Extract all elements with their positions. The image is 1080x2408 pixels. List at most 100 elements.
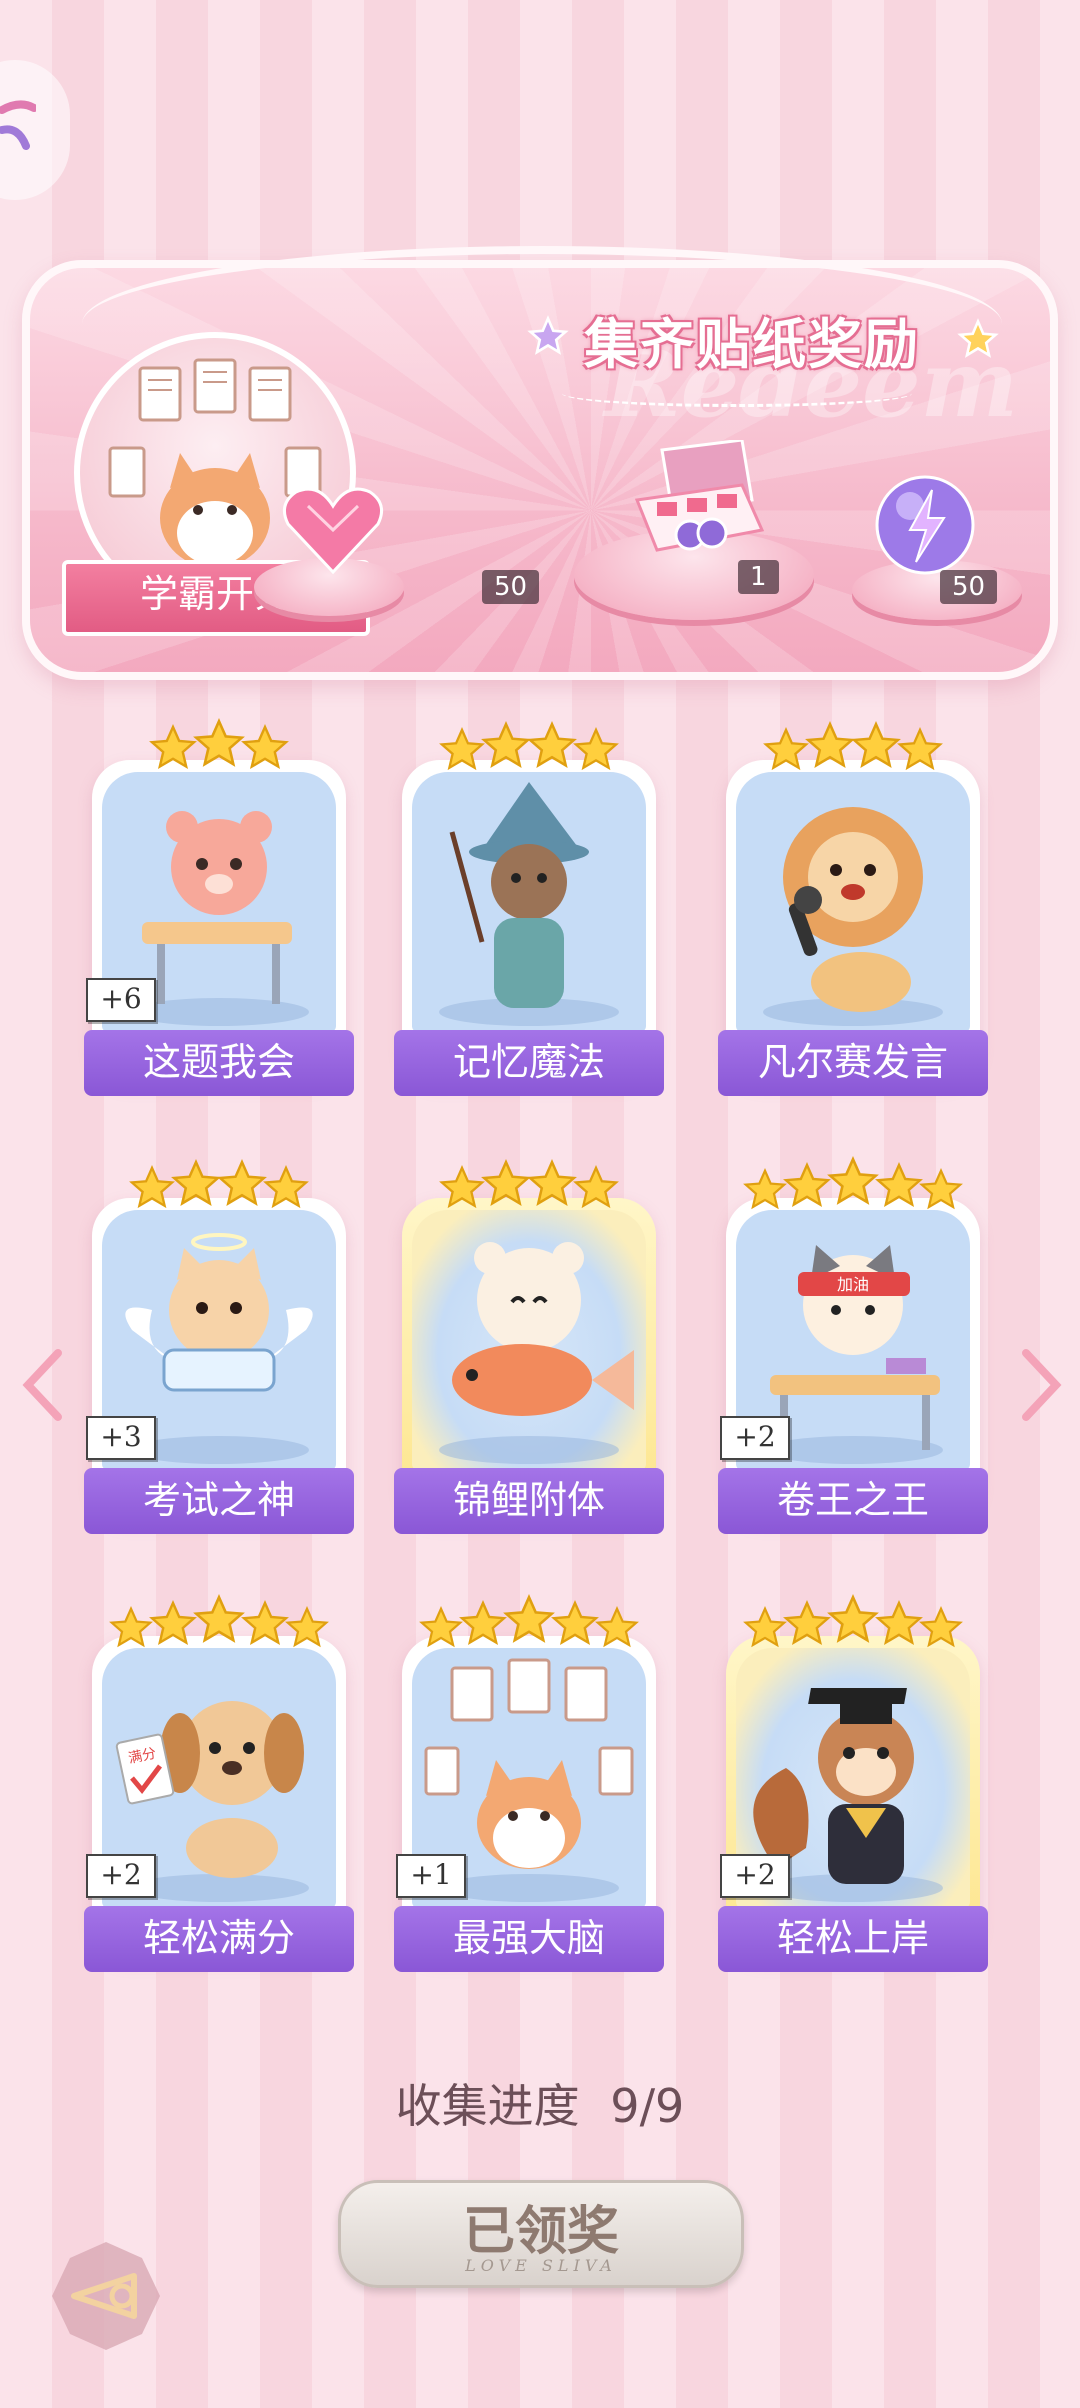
star-icon — [459, 1600, 507, 1646]
star-icon — [875, 1600, 923, 1646]
duplicate-count-badge: +2 — [720, 1854, 790, 1898]
star-rating — [402, 1594, 656, 1654]
sticker-label: 卷王之王 — [718, 1468, 988, 1534]
bear-with-koi-icon — [439, 1242, 634, 1464]
sticker-card[interactable]: 锦鲤附体 — [394, 1156, 664, 1534]
claimed-button-subtitle: LOVE SLIVA — [465, 2256, 617, 2275]
star-icon — [193, 718, 245, 767]
sticker-frame: 记忆魔法 — [394, 760, 664, 1096]
reward-count: 50 — [482, 570, 540, 604]
sticker-art — [736, 772, 970, 1032]
star-icon — [551, 1600, 599, 1646]
star-icon — [109, 1606, 153, 1648]
ribbon-icon — [0, 100, 36, 150]
star-icon — [805, 721, 855, 768]
sticker-frame: 考试之神 +3 — [84, 1198, 354, 1534]
star-icon — [743, 1168, 787, 1210]
star-icon — [919, 1606, 963, 1648]
star-icon — [919, 1168, 963, 1210]
sticker-frame: 最强大脑 +1 — [394, 1636, 664, 1972]
gift-box-icon — [634, 440, 765, 552]
star-icon — [573, 727, 619, 771]
claimed-button[interactable]: 已领奖 LOVE SLIVA — [338, 2180, 744, 2288]
sticker-label: 考试之神 — [84, 1468, 354, 1534]
sticker-card[interactable]: 凡尔赛发言 — [718, 718, 988, 1096]
star-rating — [92, 1156, 346, 1216]
star-icon — [783, 1162, 831, 1208]
star-rating — [726, 1156, 980, 1216]
sticker-card[interactable]: 加油卷王之王 +2 — [718, 1156, 988, 1534]
duplicate-count-badge: +3 — [86, 1416, 156, 1460]
star-icon — [241, 1600, 289, 1646]
sticker-frame: 轻松上岸 +2 — [718, 1636, 988, 1972]
pink-heart-gem-icon — [282, 487, 384, 575]
star-rating — [726, 1594, 980, 1654]
star-icon — [171, 1159, 221, 1206]
star-icon — [285, 1606, 329, 1648]
star-icon — [439, 1165, 485, 1209]
sticker-label: 轻松满分 — [84, 1906, 354, 1972]
star-icon — [503, 1594, 555, 1643]
star-rating — [402, 1156, 656, 1216]
star-icon — [129, 1165, 175, 1209]
duplicate-count-badge: +2 — [86, 1854, 156, 1898]
sticker-label: 这题我会 — [84, 1030, 354, 1096]
star-icon — [827, 1156, 879, 1205]
sticker-label: 凡尔赛发言 — [718, 1030, 988, 1096]
sticker-card[interactable]: 最强大脑 +1 — [394, 1594, 664, 1972]
claimed-button-label: 已领奖 — [462, 2201, 619, 2262]
sticker-card[interactable]: 这题我会 +6 — [84, 718, 354, 1096]
star-icon — [217, 1159, 267, 1206]
star-rating — [402, 718, 656, 778]
sticker-label: 记忆魔法 — [394, 1030, 664, 1096]
duplicate-count-badge: +6 — [86, 978, 156, 1022]
banner-title: 集齐贴纸奖励 — [584, 313, 920, 376]
star-icon — [827, 1594, 879, 1643]
duplicate-count-badge: +2 — [720, 1416, 790, 1460]
progress-value: 9/9 — [610, 2079, 685, 2133]
back-button[interactable] — [46, 2236, 166, 2356]
lion-microphone-icon — [763, 807, 943, 1026]
star-icon — [957, 318, 999, 358]
star-icon — [573, 1165, 619, 1209]
sticker-label: 轻松上岸 — [718, 1906, 988, 1972]
star-icon — [595, 1606, 639, 1648]
star-rating — [92, 718, 346, 778]
sticker-label: 锦鲤附体 — [394, 1468, 664, 1534]
star-icon — [763, 727, 809, 771]
star-rating — [726, 718, 980, 778]
star-icon — [875, 1162, 923, 1208]
star-icon — [527, 1159, 577, 1206]
sticker-card[interactable]: 满分 轻松满分 +2 — [84, 1594, 354, 1972]
sticker-card[interactable]: 轻松上岸 +2 — [718, 1594, 988, 1972]
sticker-card[interactable]: 考试之神 +3 — [84, 1156, 354, 1534]
star-icon — [193, 1594, 245, 1643]
sticker-frame: 凡尔赛发言 — [718, 760, 988, 1096]
star-icon — [481, 721, 531, 768]
sticker-label: 最强大脑 — [394, 1906, 664, 1972]
star-icon — [851, 721, 901, 768]
otter-wizard-icon — [439, 782, 619, 1026]
star-icon — [263, 1165, 309, 1209]
reward-count: 1 — [738, 560, 779, 594]
collection-progress: 收集进度 9/9 — [0, 2070, 1080, 2136]
sticker-card[interactable]: 记忆魔法 — [394, 718, 664, 1096]
reward-count: 50 — [940, 570, 998, 604]
sticker-frame: 这题我会 +6 — [84, 760, 354, 1096]
purple-energy-orb-icon — [875, 475, 975, 575]
sticker-art — [412, 1210, 646, 1470]
star-icon — [743, 1606, 787, 1648]
star-rating — [92, 1594, 346, 1654]
sticker-frame: 满分 轻松满分 +2 — [84, 1636, 354, 1972]
chevron-right-icon[interactable] — [1010, 1345, 1070, 1425]
star-icon — [439, 727, 485, 771]
sticker-frame: 加油卷王之王 +2 — [718, 1198, 988, 1534]
menu-bubble[interactable] — [0, 60, 70, 200]
sticker-frame: 锦鲤附体 — [394, 1198, 664, 1534]
headband-text: 加油 — [837, 1275, 869, 1294]
star-icon — [527, 721, 577, 768]
progress-label: 收集进度 — [395, 2079, 580, 2133]
star-icon — [481, 1159, 531, 1206]
chevron-left-icon[interactable] — [14, 1345, 74, 1425]
reward-banner: Redeem 集齐贴纸奖励 学霸开秀 50 1 50 — [22, 246, 1058, 680]
